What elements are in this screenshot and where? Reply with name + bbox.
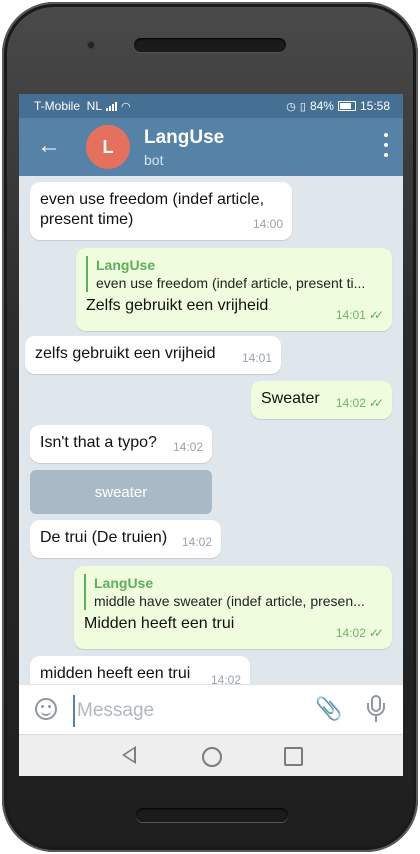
wifi-icon: ◠ [121, 100, 131, 113]
message-time: 14:02 [172, 440, 203, 454]
inline-keyboard-button[interactable]: sweater [30, 470, 212, 514]
message-bubble[interactable]: Isn't that a typo? 14:02 [30, 425, 212, 463]
smile-icon[interactable] [35, 698, 57, 720]
reply-text: even use freedom (indef article, present… [96, 275, 366, 291]
message-bubble[interactable]: De trui (De truien) 14:02 [30, 520, 221, 558]
message-time: 14:00 [252, 217, 283, 231]
bottom-speaker [136, 808, 288, 822]
reply-preview[interactable]: LangUse middle have sweater (indef artic… [84, 574, 382, 610]
clock: 15:58 [359, 99, 390, 113]
message-text: zelfs gebruikt een vrijheid [35, 345, 216, 362]
chat-subtitle: bot [144, 152, 164, 168]
microphone-icon[interactable] [366, 695, 386, 723]
battery-icon [337, 101, 356, 111]
message-bubble[interactable]: even use freedom (indef article, present… [30, 182, 292, 240]
carrier-label: T-Mobile NL [34, 99, 103, 113]
message-bubble[interactable]: LangUse middle have sweater (indef artic… [74, 566, 392, 649]
reply-preview[interactable]: LangUse even use freedom (indef article,… [86, 256, 382, 292]
nav-home-icon[interactable] [202, 747, 222, 767]
arrow-left-icon[interactable]: ← [37, 132, 61, 160]
reply-text: middle have sweater (indef article, pres… [94, 593, 365, 609]
front-camera [88, 42, 94, 48]
android-nav-bar [19, 734, 403, 776]
message-list[interactable]: even use freedom (indef article, present… [19, 176, 403, 684]
read-checkmarks-icon: ✓✓ [368, 308, 384, 322]
chat-title[interactable]: LangUse [144, 127, 224, 149]
signal-icon [106, 101, 118, 111]
reply-author: LangUse [96, 257, 156, 273]
message-bubble[interactable]: midden heeft een trui 14:02 [30, 656, 250, 684]
nav-recents-icon[interactable] [284, 747, 303, 766]
message-time: 14:02 [181, 535, 212, 549]
phone-frame: T-Mobile NL ◠ ◷ ▯ 84% 15:58 ← L LangUse … [2, 2, 418, 852]
paperclip-icon[interactable]: 📎 [315, 696, 342, 722]
screen: T-Mobile NL ◠ ◷ ▯ 84% 15:58 ← L LangUse … [19, 94, 403, 776]
compose-bar: 📎 [19, 684, 403, 734]
avatar[interactable]: L [86, 125, 130, 169]
read-checkmarks-icon: ✓✓ [368, 626, 384, 640]
message-time: 14:02 [335, 396, 366, 410]
earpiece-speaker [134, 38, 286, 52]
message-bubble[interactable]: Sweater 14:02 ✓✓ [251, 381, 392, 419]
message-bubble[interactable]: zelfs gebruikt een vrijheid 14:01 [25, 336, 281, 374]
chat-header: ← L LangUse bot [19, 118, 403, 176]
reply-author: LangUse [94, 575, 154, 591]
message-text: even use freedom (indef article, present… [40, 191, 265, 228]
message-time: 14:02 [210, 673, 241, 684]
more-vertical-icon[interactable] [383, 133, 389, 157]
alarm-icon: ◷ [286, 100, 296, 113]
vibrate-icon: ▯ [299, 100, 306, 113]
status-bar: T-Mobile NL ◠ ◷ ▯ 84% 15:58 [19, 94, 403, 118]
message-time: 14:02 [335, 626, 366, 640]
message-time: 14:01 [335, 308, 366, 322]
battery-percent: 84% [309, 99, 334, 113]
message-time: 14:01 [241, 351, 272, 365]
message-bubble[interactable]: LangUse even use freedom (indef article,… [76, 248, 392, 331]
read-checkmarks-icon: ✓✓ [368, 396, 384, 410]
message-input[interactable] [73, 695, 299, 727]
nav-back-icon[interactable] [122, 746, 136, 764]
